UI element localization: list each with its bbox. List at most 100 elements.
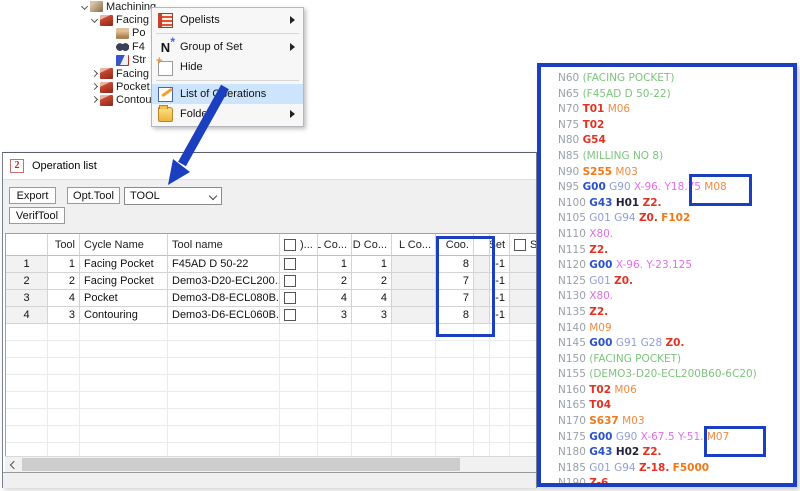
table-row-empty — [6, 443, 536, 457]
cell-empty — [6, 443, 48, 457]
cell-cycle[interactable]: Contouring — [80, 307, 168, 324]
cell-chk1[interactable] — [280, 307, 318, 324]
gcode-token: T04 — [589, 399, 611, 411]
chevron-collapsed-icon[interactable] — [90, 82, 100, 92]
cell-empty — [48, 426, 80, 443]
header-checkbox[interactable] — [514, 239, 526, 251]
column-header-dco[interactable]: D Co... — [352, 234, 392, 256]
gcode-line: N160 T02 M06 — [558, 383, 791, 399]
submenu-arrow-icon — [290, 16, 299, 24]
cell-dco[interactable]: 1 — [352, 256, 392, 273]
cell-lco2[interactable] — [392, 307, 436, 324]
cell-empty — [318, 443, 352, 457]
gcode-line: N140 M09 — [558, 321, 791, 337]
cell-value: 2 — [23, 275, 29, 287]
column-header-label: L Co... — [318, 239, 347, 251]
row-checkbox[interactable] — [284, 258, 296, 270]
chevron-collapsed-icon[interactable] — [90, 69, 100, 79]
chevron-expanded-icon[interactable] — [80, 2, 90, 12]
horizontal-scrollbar[interactable] — [5, 456, 536, 472]
cell-toolname[interactable]: Demo3-D8-ECL080B... — [168, 290, 280, 307]
cell-tool[interactable]: 4 — [48, 290, 80, 307]
tool-dropdown[interactable]: TOOL — [124, 187, 222, 205]
cell-toolname[interactable]: F45AD D 50-22 — [168, 256, 280, 273]
export-button[interactable]: Export — [9, 187, 56, 204]
column-header-chk1[interactable]: )... — [280, 234, 318, 256]
cell-num[interactable]: 2 — [6, 273, 48, 290]
gcode-line-number: N125 — [558, 275, 586, 287]
gcode-panel: N60 (FACING POCKET)N65 (F45AD D 50-22)N7… — [537, 63, 797, 487]
chevron-expanded-icon[interactable] — [90, 15, 100, 25]
cell-lco2[interactable] — [392, 256, 436, 273]
cell-tool[interactable]: 2 — [48, 273, 80, 290]
cell-num[interactable]: 3 — [6, 290, 48, 307]
cell-chk1[interactable] — [280, 273, 318, 290]
cell-cycle[interactable]: Facing Pocket — [80, 273, 168, 290]
gcode-line: N95 G00 G90 X-96. Y18.75 M08 — [558, 180, 791, 196]
gcode-token: G94 — [614, 462, 636, 474]
cell-toolname[interactable]: Demo3-D6-ECL060B... — [168, 307, 280, 324]
column-header-chk2[interactable]: S... — [510, 234, 536, 256]
gcode-line-number: N180 — [558, 446, 586, 458]
nstar-icon: N — [158, 40, 173, 55]
cell-chk1[interactable] — [280, 256, 318, 273]
row-checkbox[interactable] — [284, 292, 296, 304]
cell-lco[interactable]: 2 — [318, 273, 352, 290]
cell-dco[interactable]: 4 — [352, 290, 392, 307]
cell-dco[interactable]: 2 — [352, 273, 392, 290]
chevron-collapsed-icon[interactable] — [90, 95, 100, 105]
column-header-lco[interactable]: L Co... — [318, 234, 352, 256]
cell-chk2[interactable] — [510, 307, 536, 324]
cell-cycle[interactable]: Pocket — [80, 290, 168, 307]
column-header-tool[interactable]: Tool — [48, 234, 80, 256]
cell-empty — [48, 409, 80, 426]
cell-empty — [48, 341, 80, 358]
tree-item-label: Machining — [106, 1, 156, 13]
cell-dco[interactable]: 3 — [352, 307, 392, 324]
cell-chk2[interactable] — [510, 290, 536, 307]
gcode-line: N110 X80. — [558, 227, 791, 243]
window-titlebar[interactable]: 2 Operation list — [3, 153, 536, 179]
table-row-empty — [6, 341, 536, 358]
cell-toolname[interactable]: Demo3-D20-ECL200... — [168, 273, 280, 290]
verif-tool-button[interactable]: VerifTool — [9, 207, 65, 224]
cell-chk1[interactable] — [280, 290, 318, 307]
cell-tool[interactable]: 3 — [48, 307, 80, 324]
header-checkbox[interactable] — [284, 239, 296, 251]
cell-num[interactable]: 1 — [6, 256, 48, 273]
cell-empty — [474, 409, 490, 426]
gcode-token: Z0. — [614, 275, 633, 287]
cell-empty — [80, 375, 168, 392]
menu-item-opelists[interactable]: Opelists — [152, 10, 303, 30]
cell-chk2[interactable] — [510, 256, 536, 273]
cell-lco[interactable]: 3 — [318, 307, 352, 324]
column-header-toolname[interactable]: Tool name — [168, 234, 280, 256]
row-checkbox[interactable] — [284, 275, 296, 287]
menu-item-hide[interactable]: Hide — [152, 57, 303, 77]
cell-value: 3 — [341, 309, 347, 321]
row-checkbox[interactable] — [284, 309, 296, 321]
cell-chk2[interactable] — [510, 273, 536, 290]
menu-item-group-of-set[interactable]: NGroup of Set — [152, 37, 303, 57]
cell-lco2[interactable] — [392, 273, 436, 290]
column-header-num[interactable] — [6, 234, 48, 256]
cell-lco[interactable]: 1 — [318, 256, 352, 273]
cell-empty — [490, 375, 510, 392]
submenu-arrow-icon — [290, 110, 299, 118]
cell-num[interactable]: 4 — [6, 307, 48, 324]
cell-empty — [280, 409, 318, 426]
cell-lco2[interactable] — [392, 290, 436, 307]
machining-icon — [90, 1, 103, 12]
cell-empty — [392, 341, 436, 358]
column-header-cycle[interactable]: Cycle Name — [80, 234, 168, 256]
gcode-line: N75 T02 — [558, 118, 791, 134]
opt-tool-button[interactable]: Opt.Tool — [67, 187, 120, 204]
cell-cycle[interactable]: Facing Pocket — [80, 256, 168, 273]
column-header-lco2[interactable]: L Co... — [392, 234, 436, 256]
cell-tool[interactable]: 1 — [48, 256, 80, 273]
cell-lco[interactable]: 4 — [318, 290, 352, 307]
scrollbar-thumb[interactable] — [22, 458, 460, 471]
cell-value: 2 — [69, 275, 75, 287]
cell-value: Pocket — [84, 292, 118, 304]
scroll-left-button[interactable] — [5, 457, 21, 472]
